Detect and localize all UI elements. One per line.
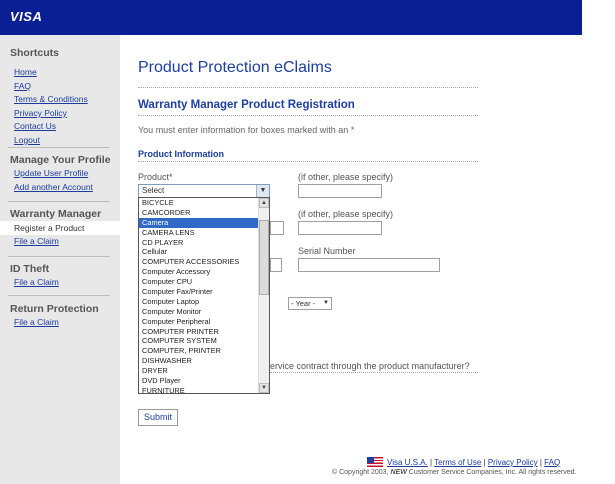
dropdown-option[interactable]: Computer Accessory — [139, 267, 258, 277]
dropdown-option[interactable]: COMPUTER ACCESSORIES — [139, 257, 258, 267]
sidebar-profile: Manage Your Profile Update User Profile … — [0, 153, 120, 194]
dropdown-option[interactable]: BICYCLE — [139, 198, 258, 208]
sidebar-link-file-claim-warranty[interactable]: File a Claim — [0, 235, 120, 249]
chevron-down-icon: ▼ — [323, 300, 329, 306]
dropdown-option[interactable]: DISHWASHER — [139, 356, 258, 366]
sidebar-divider — [8, 147, 110, 148]
page-margin — [582, 0, 615, 484]
sidebar-divider — [8, 295, 110, 296]
footer-link-faq[interactable]: FAQ — [544, 458, 560, 467]
chevron-down-icon[interactable]: ▼ — [256, 185, 269, 197]
footer-link-visa-usa[interactable]: Visa U.S.A. — [387, 458, 428, 467]
sidebar-link-logout[interactable]: Logout — [0, 134, 120, 148]
sidebar-link-update-profile[interactable]: Update User Profile — [0, 167, 120, 181]
dropdown-option[interactable]: Computer CPU — [139, 277, 258, 287]
dropdown-option[interactable]: COMPUTER PRINTER — [139, 327, 258, 337]
product-label: Product* — [138, 172, 173, 182]
sidebar: Shortcuts Home FAQ Terms & Conditions Pr… — [0, 35, 120, 484]
sidebar-link-add-account[interactable]: Add another Account — [0, 181, 120, 195]
dropdown-option[interactable]: CAMERA LENS — [139, 228, 258, 238]
submit-button[interactable]: Submit — [138, 409, 178, 426]
page-subtitle: Warranty Manager Product Registration — [138, 99, 355, 111]
divider — [138, 115, 478, 116]
footer-link-privacy[interactable]: Privacy Policy — [488, 458, 538, 467]
scroll-up-icon[interactable]: ▲ — [259, 198, 269, 208]
dropdown-option[interactable]: COMPUTER SYSTEM — [139, 336, 258, 346]
brand-other-input[interactable] — [298, 221, 382, 235]
if-other-label: (if other, please specify) — [298, 209, 394, 219]
sidebar-item-register-product[interactable]: Register a Product — [0, 221, 120, 235]
sidebar-link-home[interactable]: Home — [0, 66, 120, 80]
dropdown-option[interactable]: DRYER — [139, 366, 258, 376]
sidebar-link-file-claim-idtheft[interactable]: File a Claim — [0, 276, 120, 290]
dropdown-options: BICYCLE CAMCORDER Camera CAMERA LENS CD PLAY… — [139, 198, 269, 393]
serial-number-input[interactable] — [298, 258, 440, 272]
footer-link-terms[interactable]: Terms of Use — [434, 458, 481, 467]
sidebar-heading: Return Protection — [10, 303, 99, 315]
sidebar-shortcuts: Shortcuts Home FAQ Terms & Conditions Pr… — [0, 46, 120, 148]
top-header: VISA — [0, 0, 582, 35]
dropdown-option[interactable]: CAMCORDER — [139, 208, 258, 218]
serial-number-label: Serial Number — [298, 246, 356, 256]
sidebar-heading: ID Theft — [10, 263, 50, 275]
model-input[interactable] — [270, 258, 282, 272]
page-title: Product Protection eClaims — [138, 59, 332, 76]
dropdown-option[interactable]: Cellular — [139, 247, 258, 257]
dropdown-option[interactable]: Computer Peripheral — [139, 317, 258, 327]
dropdown-scrollbar[interactable]: ▲ ▼ — [258, 198, 269, 393]
scroll-down-icon[interactable]: ▼ — [259, 383, 269, 393]
dropdown-option[interactable]: DVD Player — [139, 376, 258, 386]
dropdown-option[interactable]: COMPUTER, PRINTER — [139, 346, 258, 356]
product-other-input[interactable] — [298, 184, 382, 198]
main-content: Product Protection eClaims Warranty Mana… — [138, 35, 582, 484]
sidebar-heading: Manage Your Profile — [10, 154, 111, 166]
dropdown-option[interactable]: Computer Monitor — [139, 307, 258, 317]
required-note: You must enter information for boxes mar… — [138, 125, 355, 135]
dropdown-option[interactable]: Computer Laptop — [139, 297, 258, 307]
dropdown-option[interactable]: Camera — [139, 217, 258, 228]
dropdown-option[interactable]: Computer Fax/Printer — [139, 287, 258, 297]
footer-links: Visa U.S.A. | Terms of Use | Privacy Pol… — [387, 458, 561, 467]
sidebar-heading: Shortcuts — [10, 47, 60, 59]
year-select-value: - Year - — [291, 299, 316, 308]
divider — [270, 372, 478, 373]
sidebar-divider — [8, 201, 110, 202]
sidebar-link-privacy[interactable]: Privacy Policy — [0, 107, 120, 121]
sidebar-link-contact[interactable]: Contact Us — [0, 120, 120, 134]
sidebar-heading: Warranty Manager — [10, 208, 102, 220]
sidebar-link-terms[interactable]: Terms & Conditions — [0, 93, 120, 107]
divider — [138, 161, 478, 162]
section-heading: Product Information — [138, 149, 224, 159]
product-select-value: Select — [142, 186, 165, 195]
product-dropdown-list[interactable]: BICYCLE CAMCORDER Camera CAMERA LENS CD PLAY… — [138, 197, 270, 394]
visa-logo: VISA — [10, 9, 43, 24]
year-select[interactable]: - Year - ▼ — [288, 297, 332, 310]
sidebar-link-file-claim-returns[interactable]: File a Claim — [0, 316, 120, 330]
sidebar-idtheft: ID Theft File a Claim — [0, 262, 120, 290]
product-select[interactable]: Select ▼ — [138, 184, 270, 198]
copyright-text: © Copyright 2003, NEW Customer Service C… — [332, 469, 577, 476]
sidebar-warranty: Warranty Manager Register a Product File… — [0, 207, 120, 249]
divider — [138, 87, 478, 88]
if-other-label: (if other, please specify) — [298, 172, 394, 182]
us-flag-icon — [367, 457, 383, 467]
service-contract-question: ervice contract through the product manu… — [270, 361, 470, 371]
brand-input[interactable] — [270, 221, 284, 235]
scrollbar-thumb[interactable] — [259, 220, 269, 295]
sidebar-link-faq[interactable]: FAQ — [0, 80, 120, 94]
sidebar-divider — [8, 256, 110, 257]
sidebar-returns: Return Protection File a Claim — [0, 302, 120, 330]
dropdown-option[interactable]: FURNITURE — [139, 386, 258, 393]
dropdown-option[interactable]: CD PLAYER — [139, 238, 258, 248]
